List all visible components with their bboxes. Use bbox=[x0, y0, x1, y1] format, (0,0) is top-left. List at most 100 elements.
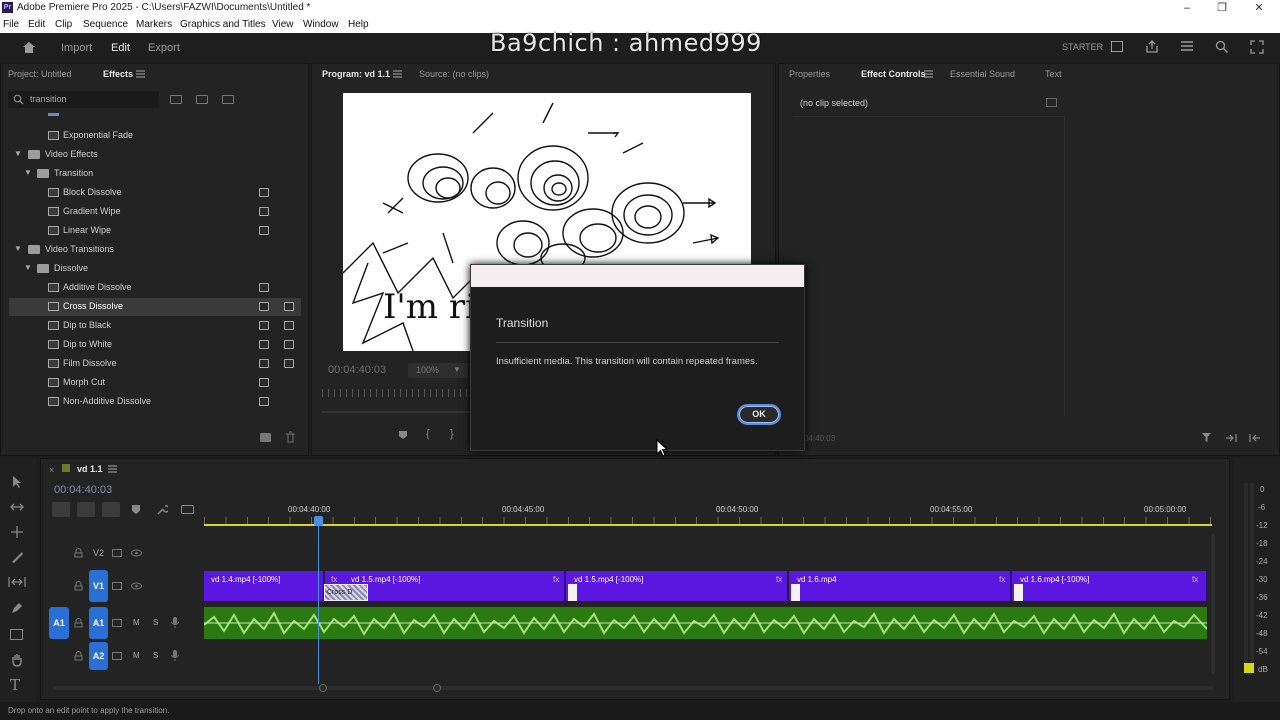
add-marker-icon[interactable] bbox=[398, 430, 408, 440]
trash-icon[interactable] bbox=[285, 431, 296, 443]
eye-icon[interactable] bbox=[131, 549, 142, 557]
tree-item-non-additive-dissolve[interactable]: Non-Additive Dissolve bbox=[1, 393, 301, 411]
track-label-v1[interactable]: V1 bbox=[89, 570, 108, 602]
mute-button[interactable]: M bbox=[133, 651, 140, 660]
tree-item-additive-dissolve[interactable]: Additive Dissolve bbox=[1, 279, 301, 297]
yuv-effects-icon[interactable] bbox=[222, 95, 234, 104]
tree-item-dissolve-folder[interactable]: ▼ Dissolve bbox=[1, 260, 301, 278]
mark-in-icon[interactable]: { bbox=[426, 428, 430, 440]
32bit-effects-icon[interactable] bbox=[196, 95, 208, 104]
tab-project[interactable]: Project: Untitled bbox=[8, 69, 72, 79]
hand-tool-icon[interactable] bbox=[10, 653, 24, 667]
solo-button[interactable]: S bbox=[153, 651, 158, 660]
menu-file[interactable]: File bbox=[3, 16, 19, 33]
menu-edit[interactable]: Edit bbox=[28, 16, 45, 33]
tree-item-exponential-fade[interactable]: Exponential Fade bbox=[1, 127, 301, 145]
panel-menu-icon[interactable] bbox=[924, 70, 933, 78]
close-sequence-icon[interactable]: × bbox=[49, 465, 54, 475]
tab-properties[interactable]: Properties bbox=[789, 69, 830, 79]
rectangle-tool-icon[interactable] bbox=[10, 629, 23, 640]
filter-icon[interactable] bbox=[1201, 432, 1212, 443]
solo-button[interactable]: S bbox=[153, 618, 158, 627]
nav-import[interactable]: Import bbox=[61, 42, 92, 54]
play-audio-icon[interactable] bbox=[1225, 433, 1237, 443]
video-clip[interactable]: fx vd 1.6.mp4 bbox=[776, 571, 1011, 601]
nav-edit[interactable]: Edit bbox=[111, 42, 130, 54]
program-timecode[interactable]: 00:04:40:03 bbox=[328, 364, 386, 376]
timeline-vertical-scrollbar[interactable] bbox=[1211, 534, 1215, 674]
razor-tool-icon[interactable] bbox=[10, 550, 24, 564]
video-clip[interactable]: fx vd 1.5.mp4 [-100%] bbox=[553, 571, 788, 601]
tree-item-linear-wipe[interactable]: Linear Wipe bbox=[1, 222, 301, 240]
nav-export[interactable]: Export bbox=[148, 42, 180, 54]
captions-icon[interactable] bbox=[181, 505, 194, 514]
share-icon[interactable] bbox=[1145, 40, 1159, 53]
tree-item-dip-to-white[interactable]: Dip to White bbox=[1, 336, 301, 354]
effects-search-box[interactable]: transition bbox=[8, 91, 159, 108]
wrench-icon[interactable] bbox=[156, 504, 168, 516]
starter-label[interactable]: STARTER bbox=[1062, 42, 1103, 52]
timeline-horizontal-scrollbar[interactable] bbox=[53, 686, 1213, 690]
tree-item-video-effects[interactable]: ▼ Video Effects bbox=[1, 146, 301, 164]
snap-icon[interactable] bbox=[77, 502, 95, 517]
tree-item-transition-folder[interactable]: ▼ Transition bbox=[1, 165, 301, 183]
panel-layout-icon[interactable] bbox=[1111, 41, 1123, 52]
scrollbar-handle-left[interactable] bbox=[319, 684, 327, 692]
panel-menu-icon[interactable] bbox=[108, 465, 117, 473]
microphone-icon[interactable] bbox=[171, 650, 179, 661]
sync-lock-icon[interactable] bbox=[112, 652, 122, 660]
mute-button[interactable]: M bbox=[133, 618, 140, 627]
tab-source[interactable]: Source: (no clips) bbox=[419, 69, 489, 79]
lock-icon[interactable] bbox=[74, 581, 83, 591]
selection-tool-icon[interactable] bbox=[10, 475, 24, 489]
tab-effects[interactable]: Effects bbox=[103, 69, 133, 79]
track-label-v2[interactable]: V2 bbox=[93, 548, 104, 558]
minimize-icon[interactable]: – bbox=[1172, 0, 1202, 16]
tree-item-cross-dissolve[interactable]: Cross Dissolve bbox=[9, 298, 301, 316]
track-select-tool-icon[interactable] bbox=[9, 500, 25, 514]
tree-item-video-transitions[interactable]: ▼ Video Transitions bbox=[1, 241, 301, 259]
menu-help[interactable]: Help bbox=[348, 16, 369, 33]
cross-dissolve-transition[interactable]: Cross D bbox=[324, 584, 368, 601]
zoom-select[interactable]: 100% ▼ bbox=[408, 363, 468, 378]
tree-item-block-dissolve[interactable]: Block Dissolve bbox=[1, 184, 301, 202]
tab-effect-controls[interactable]: Effect Controls bbox=[861, 69, 926, 79]
chevron-down-icon[interactable]: ▼ bbox=[24, 263, 32, 272]
ripple-edit-tool-icon[interactable] bbox=[9, 525, 25, 539]
lock-icon[interactable] bbox=[74, 651, 83, 661]
menu-graphics-and-titles[interactable]: Graphics and Titles bbox=[180, 16, 266, 33]
home-icon[interactable] bbox=[22, 41, 36, 54]
monitor-scrollbar[interactable] bbox=[322, 411, 472, 413]
toggle-timeline-view-icon[interactable] bbox=[1046, 98, 1057, 107]
playhead-line[interactable] bbox=[318, 526, 319, 684]
linked-selection-icon[interactable] bbox=[102, 502, 120, 517]
tree-item-dip-to-black[interactable]: Dip to Black bbox=[1, 317, 301, 335]
menu-markers[interactable]: Markers bbox=[136, 16, 172, 33]
pen-tool-icon[interactable] bbox=[10, 601, 24, 615]
close-icon[interactable]: ✕ bbox=[1244, 0, 1274, 16]
maximize-icon[interactable]: ❐ bbox=[1207, 0, 1237, 16]
audio-clip[interactable] bbox=[204, 607, 1207, 639]
search-icon[interactable] bbox=[1215, 40, 1229, 54]
lock-icon[interactable] bbox=[74, 548, 83, 558]
tree-item-gradient-wipe[interactable]: Gradient Wipe bbox=[1, 203, 301, 221]
playhead-handle[interactable] bbox=[314, 516, 323, 526]
loop-icon[interactable] bbox=[1249, 433, 1261, 443]
track-label-a2[interactable]: A2 bbox=[89, 642, 108, 670]
effects-search-input[interactable]: transition bbox=[30, 94, 67, 104]
video-clip[interactable]: vd 1.4.mp4 [-100%] bbox=[204, 571, 324, 601]
edit-point-marker[interactable] bbox=[568, 584, 577, 601]
new-bin-icon[interactable] bbox=[260, 433, 271, 442]
sync-lock-icon[interactable] bbox=[112, 582, 122, 590]
chevron-down-icon[interactable]: ▼ bbox=[24, 168, 32, 177]
tree-item-morph-cut[interactable]: Morph Cut bbox=[1, 374, 301, 392]
work-area-bar[interactable] bbox=[204, 524, 1212, 526]
ok-button[interactable]: OK bbox=[737, 404, 781, 425]
timeline-timecode[interactable]: 00:04:40:03 bbox=[54, 484, 112, 496]
video-clip[interactable]: fx vd 1.6.mp4 [-100%] fx bbox=[999, 571, 1207, 601]
add-marker-icon[interactable] bbox=[131, 504, 141, 515]
menu-sequence[interactable]: Sequence bbox=[83, 16, 128, 33]
edit-point-marker[interactable] bbox=[1014, 584, 1023, 601]
eye-icon[interactable] bbox=[131, 582, 142, 590]
mark-out-icon[interactable]: } bbox=[450, 428, 454, 440]
